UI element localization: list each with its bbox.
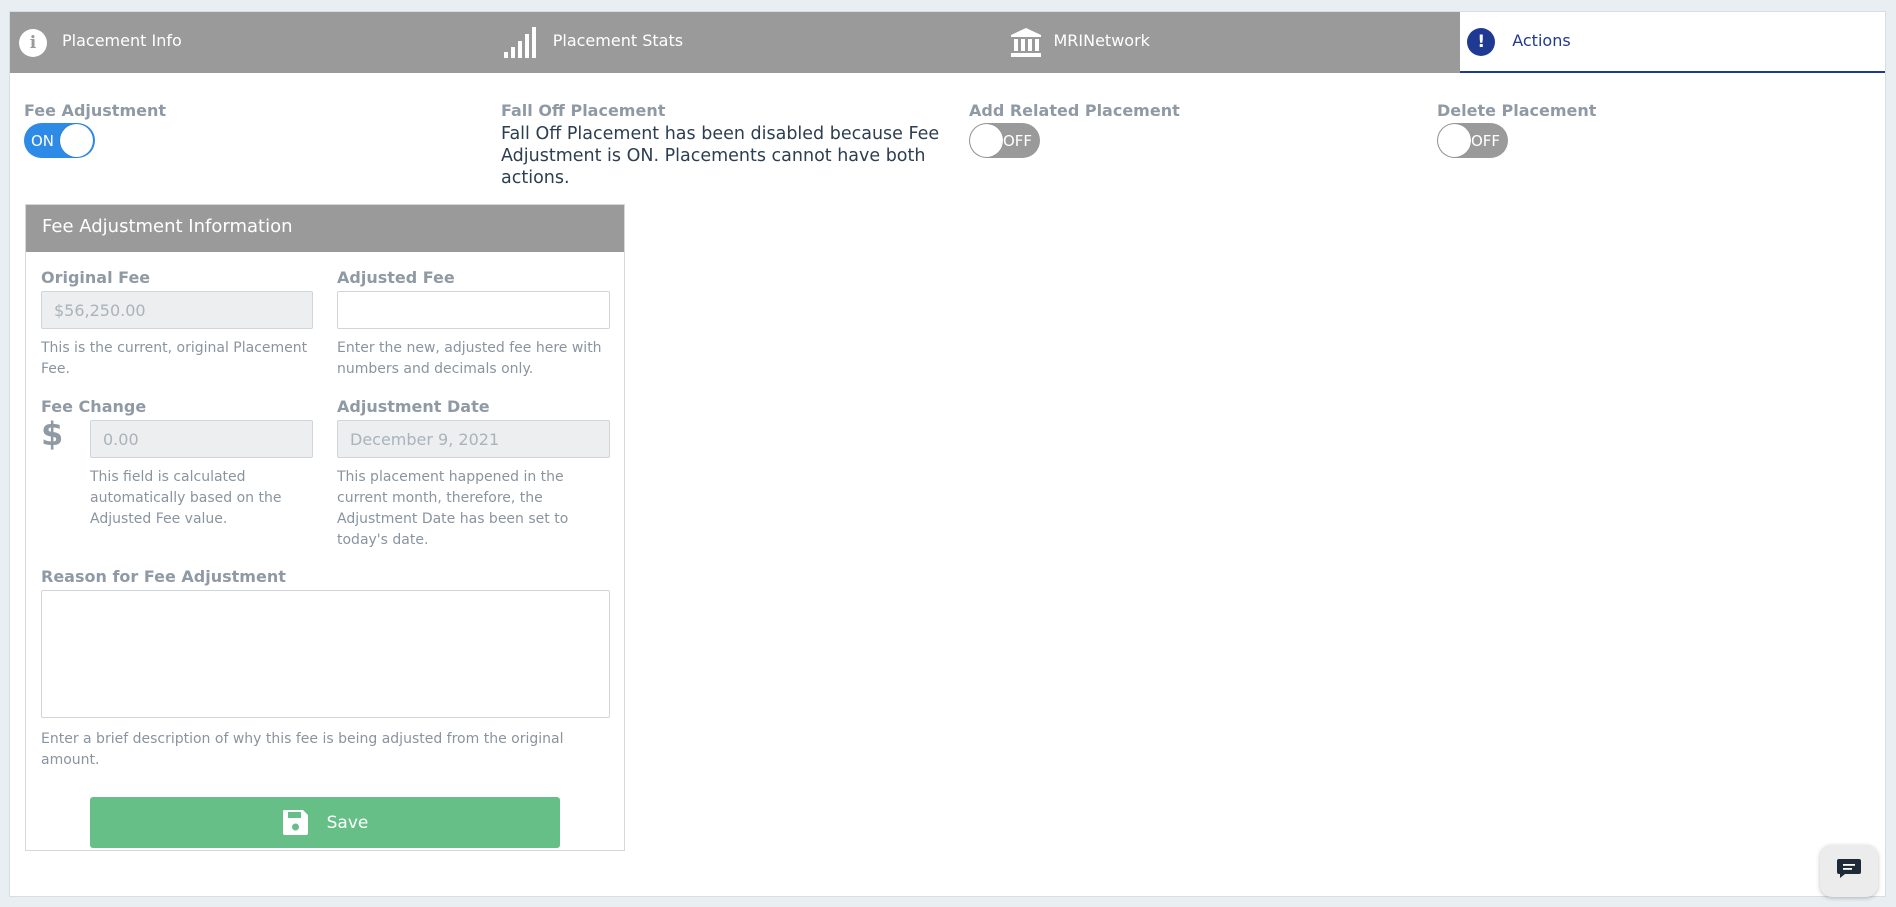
save-button-label: Save [326, 812, 369, 833]
adjusted-fee-input[interactable] [337, 291, 610, 329]
toggle-knob [1438, 124, 1471, 157]
panel-title: Fee Adjustment Information [26, 205, 624, 252]
fall-off-disabled-message: Fall Off Placement has been disabled bec… [501, 124, 940, 188]
floppy-disk-icon [282, 809, 309, 836]
fee-change-help: This field is calculated automatically b… [90, 469, 282, 527]
tab-label: Placement Stats [552, 31, 684, 50]
fee-adjustment-label: Fee Adjustment [24, 101, 166, 120]
chat-launcher-button[interactable] [1820, 845, 1878, 897]
delete-placement-toggle[interactable]: OFF [1437, 123, 1508, 158]
fee-change-input [90, 420, 313, 458]
tab-label: Placement Info [62, 31, 182, 50]
delete-placement-label: Delete Placement [1437, 101, 1597, 120]
toggle-state: OFF [1003, 132, 1033, 150]
tab-placement-stats[interactable]: Placement Stats [503, 12, 998, 73]
original-fee-input [41, 291, 313, 329]
original-fee-help: This is the current, original Placement … [41, 340, 308, 377]
tab-mrinetwork[interactable]: MRINetwork [997, 12, 1460, 73]
adjustment-date-help: This placement happened in the current m… [337, 469, 569, 548]
tab-placement-info[interactable]: i Placement Info [10, 12, 504, 73]
fall-off-label: Fall Off Placement [501, 101, 666, 120]
reason-label: Reason for Fee Adjustment [41, 567, 286, 586]
dollar-icon: $ [41, 415, 64, 453]
toggle-state: OFF [1471, 132, 1501, 150]
tab-label: Actions [1512, 31, 1571, 50]
add-related-toggle[interactable]: OFF [969, 123, 1040, 158]
bank-icon [1010, 26, 1042, 62]
tab-label: MRINetwork [1053, 31, 1150, 50]
adjustment-date-input [337, 420, 610, 458]
original-fee-label: Original Fee [41, 268, 151, 287]
signal-bars-icon [503, 26, 540, 62]
adjustment-date-label: Adjustment Date [337, 397, 490, 416]
reason-help: Enter a brief description of why this fe… [41, 731, 564, 768]
info-icon: i [19, 29, 47, 57]
fee-adjustment-panel: Fee Adjustment Information Original Fee … [25, 204, 625, 851]
toggle-state: ON [31, 132, 55, 150]
toggle-knob [60, 124, 93, 157]
reason-textarea[interactable] [41, 590, 610, 718]
chat-bubble-icon [1835, 857, 1863, 885]
toggle-knob [970, 124, 1003, 157]
adjusted-fee-help: Enter the new, adjusted fee here with nu… [337, 340, 602, 377]
tab-bar: i Placement Info Placement Stats MRINetw… [10, 12, 1885, 73]
add-related-label: Add Related Placement [969, 101, 1180, 120]
fee-change-label: Fee Change [41, 397, 147, 416]
exclamation-icon: ! [1467, 28, 1496, 56]
main-frame: i Placement Info Placement Stats MRINetw… [9, 11, 1886, 897]
tab-actions[interactable]: ! Actions [1460, 12, 1885, 73]
save-button[interactable]: Save [90, 797, 560, 848]
adjusted-fee-label: Adjusted Fee [337, 268, 455, 287]
fee-adjustment-toggle[interactable]: ON [24, 123, 95, 158]
